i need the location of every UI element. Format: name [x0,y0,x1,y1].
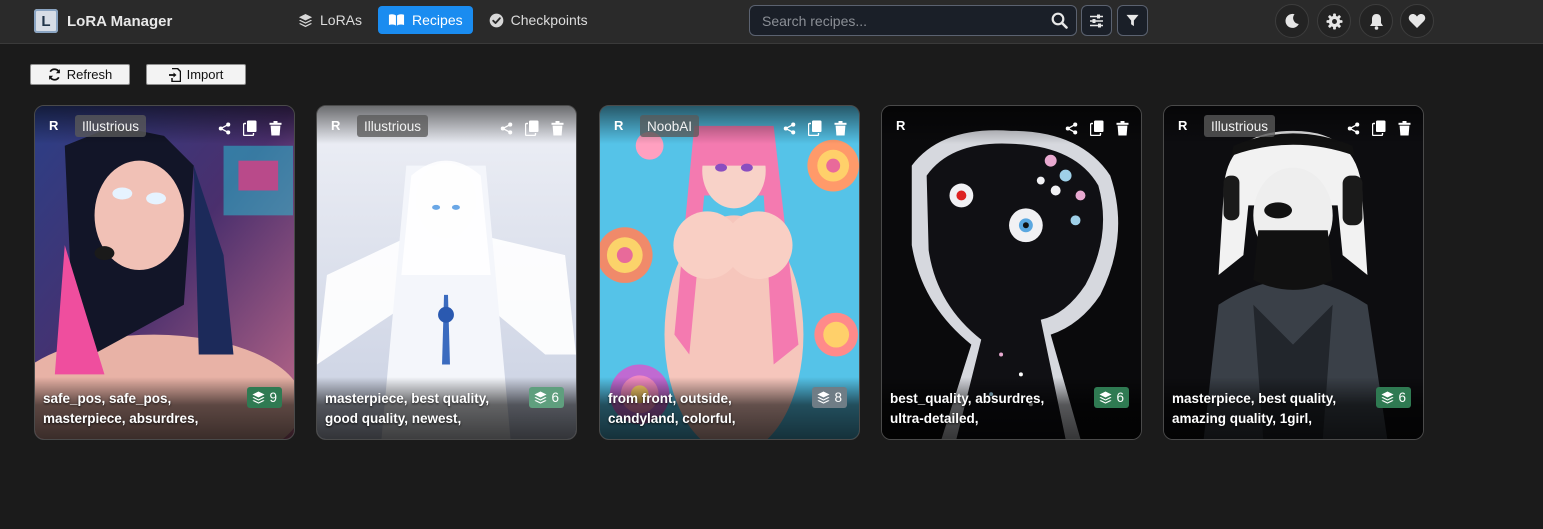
nav-loras[interactable]: LoRAs [288,6,372,34]
prompt-line: good quality, newest, [325,411,462,426]
gear-icon [1325,12,1343,30]
recipe-card[interactable]: R Illustrious safe_pos, safe_pos, master… [34,105,295,440]
layers-icon [534,391,547,404]
search-box [749,5,1077,36]
prompt-line: masterpiece, absurdres, [43,411,199,426]
lora-count: 8 [834,390,842,405]
nav-loras-label: LoRAs [320,12,363,28]
lora-count: 6 [1398,390,1406,405]
copy-icon[interactable] [243,120,257,136]
card-actions [500,120,564,136]
card-actions [218,120,282,136]
refresh-icon [48,68,60,81]
nav-checkpoints-label: Checkpoints [510,12,588,28]
layers-icon [1381,391,1394,404]
share-icon[interactable] [500,122,513,135]
search-icon[interactable] [1051,12,1068,29]
card-actions [783,120,847,136]
settings-button[interactable] [1317,4,1351,38]
top-header: L LoRA Manager LoRAs Recipes Checkpoints [0,0,1543,44]
layers-icon [252,391,265,404]
base-model-badge: NoobAI [640,115,700,137]
lora-count-badge: 6 [1094,387,1129,408]
lora-count-badge: 6 [1376,387,1411,408]
moon-icon [1285,13,1299,28]
share-icon[interactable] [1065,122,1078,135]
trash-icon[interactable] [1398,121,1411,136]
recipe-r-badge: R [1178,118,1188,133]
recipe-r-badge: R [331,118,341,133]
lora-count: 9 [269,390,277,405]
base-model-badge: Illustrious [1204,115,1276,137]
lora-count-badge: 6 [529,387,564,408]
recipe-r-badge: R [49,118,59,133]
copy-icon[interactable] [525,120,539,136]
trash-icon[interactable] [269,121,282,136]
base-model-badge: Illustrious [357,115,429,137]
lora-count: 6 [1116,390,1124,405]
lora-count-badge: 9 [247,387,282,408]
recipe-card[interactable]: R Illustrious masterpiece, best quality,… [316,105,577,440]
prompt-line: from front, outside, [608,391,732,406]
nav-recipes-label: Recipes [412,12,463,28]
book-open-icon [388,14,405,26]
import-button[interactable]: Import [146,64,246,85]
recipe-card[interactable]: R best_quality, absurdres, ultra-detaile… [881,105,1142,440]
prompt-line: masterpiece, best quality, [325,391,490,406]
refresh-label: Refresh [66,67,113,82]
filter-button[interactable] [1117,5,1148,36]
lora-count: 6 [551,390,559,405]
heart-icon [1408,14,1426,28]
theme-toggle-button[interactable] [1275,4,1309,38]
recipe-prompt: from front, outside, candyland, colorful… [608,389,808,429]
recipe-prompt: safe_pos, safe_pos, masterpiece, absurdr… [43,389,243,429]
import-label: Import [186,67,224,82]
layers-icon [817,391,830,404]
share-icon[interactable] [218,122,231,135]
notifications-button[interactable] [1359,4,1393,38]
layers-icon [1099,391,1112,404]
support-button[interactable] [1400,4,1434,38]
copy-icon[interactable] [1372,120,1386,136]
layers-icon [298,13,313,27]
filter-icon [1126,14,1139,27]
recipe-prompt: masterpiece, best quality, amazing quali… [1172,389,1372,429]
nav-checkpoints[interactable]: Checkpoints [479,6,598,34]
brand[interactable]: L LoRA Manager [34,8,172,34]
trash-icon[interactable] [551,121,564,136]
prompt-line: ultra-detailed, [890,411,979,426]
share-icon[interactable] [1347,122,1360,135]
bell-icon [1369,13,1383,30]
copy-icon[interactable] [808,120,822,136]
prompt-line: amazing quality, 1girl, [1172,411,1313,426]
trash-icon[interactable] [1116,121,1129,136]
recipe-card[interactable]: R NoobAI from front, outside, candyland,… [599,105,860,440]
nav-recipes[interactable]: Recipes [378,6,473,34]
prompt-line: best_quality, absurdres, [890,391,1045,406]
recipe-prompt: masterpiece, best quality, good quality,… [325,389,525,429]
filter-settings-button[interactable] [1081,5,1112,36]
share-icon[interactable] [783,122,796,135]
sliders-icon [1090,14,1103,27]
base-model-badge: Illustrious [75,115,147,137]
app-title: LoRA Manager [67,12,173,30]
card-actions [1347,120,1411,136]
search-input[interactable] [762,6,1042,35]
prompt-line: candyland, colorful, [608,411,736,426]
refresh-button[interactable]: Refresh [30,64,130,85]
prompt-line: safe_pos, safe_pos, [43,391,172,406]
copy-icon[interactable] [1090,120,1104,136]
recipe-card[interactable]: R Illustrious masterpiece, best quality,… [1163,105,1424,440]
trash-icon[interactable] [834,121,847,136]
card-actions [1065,120,1129,136]
check-circle-icon [489,13,503,27]
recipe-prompt: best_quality, absurdres, ultra-detailed, [890,389,1090,429]
prompt-line: masterpiece, best quality, [1172,391,1337,406]
app-logo: L [34,9,58,33]
recipe-r-badge: R [896,118,906,133]
recipe-r-badge: R [614,118,624,133]
main-nav: LoRAs Recipes Checkpoints [288,6,598,34]
lora-count-badge: 8 [812,387,847,408]
file-import-icon [168,67,181,82]
